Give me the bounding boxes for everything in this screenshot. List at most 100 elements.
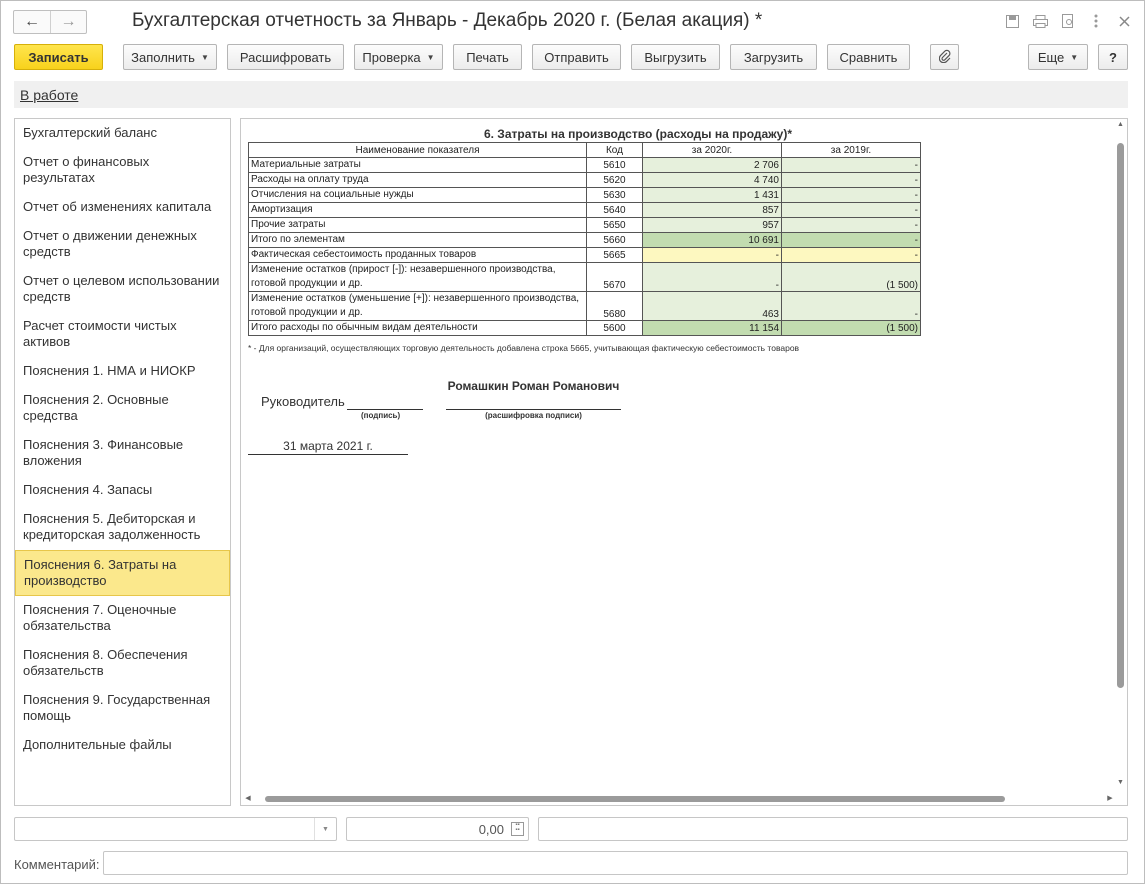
toolbar: Записать Заполнить ▼ Расшифровать Проверк… xyxy=(14,44,1132,70)
fill-button[interactable]: Заполнить ▼ xyxy=(123,44,217,70)
value-2019[interactable]: - xyxy=(781,232,921,248)
check-button[interactable]: Проверка ▼ xyxy=(354,44,443,70)
value-2020[interactable]: 957 xyxy=(642,217,782,233)
section-item-notes-1[interactable]: Пояснения 1. НМА и НИОКР xyxy=(15,357,230,386)
signature-caption: (подпись) xyxy=(361,411,401,420)
row-name: Материальные затраты xyxy=(248,157,587,173)
section-item-notes-6[interactable]: Пояснения 6. Затраты на производство xyxy=(15,550,230,596)
table-row: Итого расходы по обычным видам деятельно… xyxy=(248,320,921,336)
table-row: Расходы на оплату труда 5620 4 740 - xyxy=(248,172,921,188)
row-name: Изменение остатков (прирост [-]): незаве… xyxy=(248,262,587,292)
row-name: Расходы на оплату труда xyxy=(248,172,587,188)
value-2019[interactable]: (1 500) xyxy=(781,320,921,336)
scroll-down-icon[interactable]: ▼ xyxy=(1115,779,1126,789)
check-button-label: Проверка xyxy=(362,49,421,65)
select-field[interactable]: ▼ xyxy=(14,817,337,841)
value-2020[interactable]: - xyxy=(642,262,782,292)
attach-button[interactable] xyxy=(930,44,959,70)
section-item-balance[interactable]: Бухгалтерский баланс xyxy=(15,119,230,148)
section-item-financial-results[interactable]: Отчет о финансовых результатах xyxy=(15,148,230,193)
report-title: 6. Затраты на производство (расходы на п… xyxy=(483,127,793,141)
section-item-notes-7[interactable]: Пояснения 7. Оценочные обязательства xyxy=(15,596,230,641)
section-item-capital-changes[interactable]: Отчет об изменениях капитала xyxy=(15,193,230,222)
section-item-notes-5[interactable]: Пояснения 5. Дебиторская и кредиторская … xyxy=(15,505,230,550)
status-bar: В работе xyxy=(14,81,1128,108)
value-2019[interactable]: - xyxy=(781,217,921,233)
import-button[interactable]: Загрузить xyxy=(730,44,817,70)
value-2019[interactable]: - xyxy=(781,202,921,218)
save-icon[interactable] xyxy=(1004,12,1020,30)
forward-button[interactable]: → xyxy=(50,11,86,33)
row-code: 5620 xyxy=(586,172,643,188)
section-item-additional-files[interactable]: Дополнительные файлы xyxy=(15,731,230,760)
header-year-2019: за 2019г. xyxy=(781,142,921,158)
table-row: Отчисления на социальные нужды 5630 1 43… xyxy=(248,187,921,203)
send-button[interactable]: Отправить xyxy=(532,44,621,70)
amount-field[interactable]: 0,00 ▪▪ ▪▪ xyxy=(346,817,529,841)
value-2019[interactable]: - xyxy=(781,291,921,321)
row-code: 5600 xyxy=(586,320,643,336)
report-window: ← → Бухгалтерская отчетность за Январь -… xyxy=(0,0,1145,884)
section-item-cash-flow[interactable]: Отчет о движении денежных средств xyxy=(15,222,230,267)
value-2020[interactable]: 2 706 xyxy=(642,157,782,173)
section-item-net-assets[interactable]: Расчет стоимости чистых активов xyxy=(15,312,230,357)
row-code: 5630 xyxy=(586,187,643,203)
close-icon[interactable] xyxy=(1116,12,1132,30)
more-button[interactable]: Еще ▼ xyxy=(1028,44,1088,70)
more-options-icon[interactable] xyxy=(1088,12,1104,30)
compare-button[interactable]: Сравнить xyxy=(827,44,910,70)
signature-date: 31 марта 2021 г. xyxy=(248,439,408,455)
value-2020[interactable]: 4 740 xyxy=(642,172,782,188)
signer-name-line xyxy=(446,409,621,410)
table-row: Материальные затраты 5610 2 706 - xyxy=(248,157,921,173)
help-button[interactable]: ? xyxy=(1098,44,1128,70)
section-item-notes-4[interactable]: Пояснения 4. Запасы xyxy=(15,476,230,505)
preview-icon[interactable] xyxy=(1060,12,1076,30)
section-item-targeted-use[interactable]: Отчет о целевом использовании средств xyxy=(15,267,230,312)
chevron-down-icon[interactable]: ▼ xyxy=(314,818,336,840)
value-2019[interactable]: - xyxy=(781,247,921,263)
comment-input[interactable] xyxy=(103,851,1128,875)
chevron-down-icon: ▼ xyxy=(426,52,435,62)
save-button[interactable]: Записать xyxy=(14,44,103,70)
value-2020[interactable]: 10 691 xyxy=(642,232,782,248)
vertical-scrollbar[interactable]: ▲ ▼ xyxy=(1115,121,1126,789)
row-code: 5670 xyxy=(586,262,643,292)
table-row: Изменение остатков (уменьшение [+]): нез… xyxy=(248,291,921,321)
info-field[interactable] xyxy=(538,817,1128,841)
decode-button[interactable]: Расшифровать xyxy=(227,44,344,70)
print-icon[interactable] xyxy=(1032,12,1048,30)
value-2019[interactable]: - xyxy=(781,157,921,173)
value-2020[interactable]: - xyxy=(642,247,782,263)
horizontal-scrollbar[interactable]: ◀ ▶ xyxy=(243,793,1115,804)
comment-label: Комментарий: xyxy=(14,857,100,872)
section-item-notes-9[interactable]: Пояснения 9. Государственная помощь xyxy=(15,686,230,731)
section-item-notes-8[interactable]: Пояснения 8. Обеспечения обязательств xyxy=(15,641,230,686)
signature-line xyxy=(347,409,423,410)
print-button[interactable]: Печать xyxy=(453,44,522,70)
row-name: Отчисления на социальные нужды xyxy=(248,187,587,203)
header-code: Код xyxy=(586,142,643,158)
navigation-buttons: ← → xyxy=(13,10,87,34)
calculator-icon[interactable]: ▪▪ ▪▪ xyxy=(511,822,524,836)
back-button[interactable]: ← xyxy=(14,11,50,33)
value-2019[interactable]: - xyxy=(781,172,921,188)
export-button[interactable]: Выгрузить xyxy=(631,44,720,70)
status-link[interactable]: В работе xyxy=(20,87,78,103)
scroll-right-icon[interactable]: ▶ xyxy=(1105,793,1115,804)
value-2020[interactable]: 463 xyxy=(642,291,782,321)
horizontal-scroll-thumb[interactable] xyxy=(265,796,1005,802)
scroll-left-icon[interactable]: ◀ xyxy=(243,793,253,804)
value-2019[interactable]: (1 500) xyxy=(781,262,921,292)
row-name: Фактическая себестоимость проданных това… xyxy=(248,247,587,263)
vertical-scroll-thumb[interactable] xyxy=(1117,143,1124,688)
value-2019[interactable]: - xyxy=(781,187,921,203)
value-2020[interactable]: 11 154 xyxy=(642,320,782,336)
scroll-up-icon[interactable]: ▲ xyxy=(1115,121,1126,131)
value-2020[interactable]: 1 431 xyxy=(642,187,782,203)
value-2020[interactable]: 857 xyxy=(642,202,782,218)
window-controls xyxy=(1004,12,1132,30)
section-item-notes-2[interactable]: Пояснения 2. Основные средства xyxy=(15,386,230,431)
table-row: Прочие затраты 5650 957 - xyxy=(248,217,921,233)
section-item-notes-3[interactable]: Пояснения 3. Финансовые вложения xyxy=(15,431,230,476)
